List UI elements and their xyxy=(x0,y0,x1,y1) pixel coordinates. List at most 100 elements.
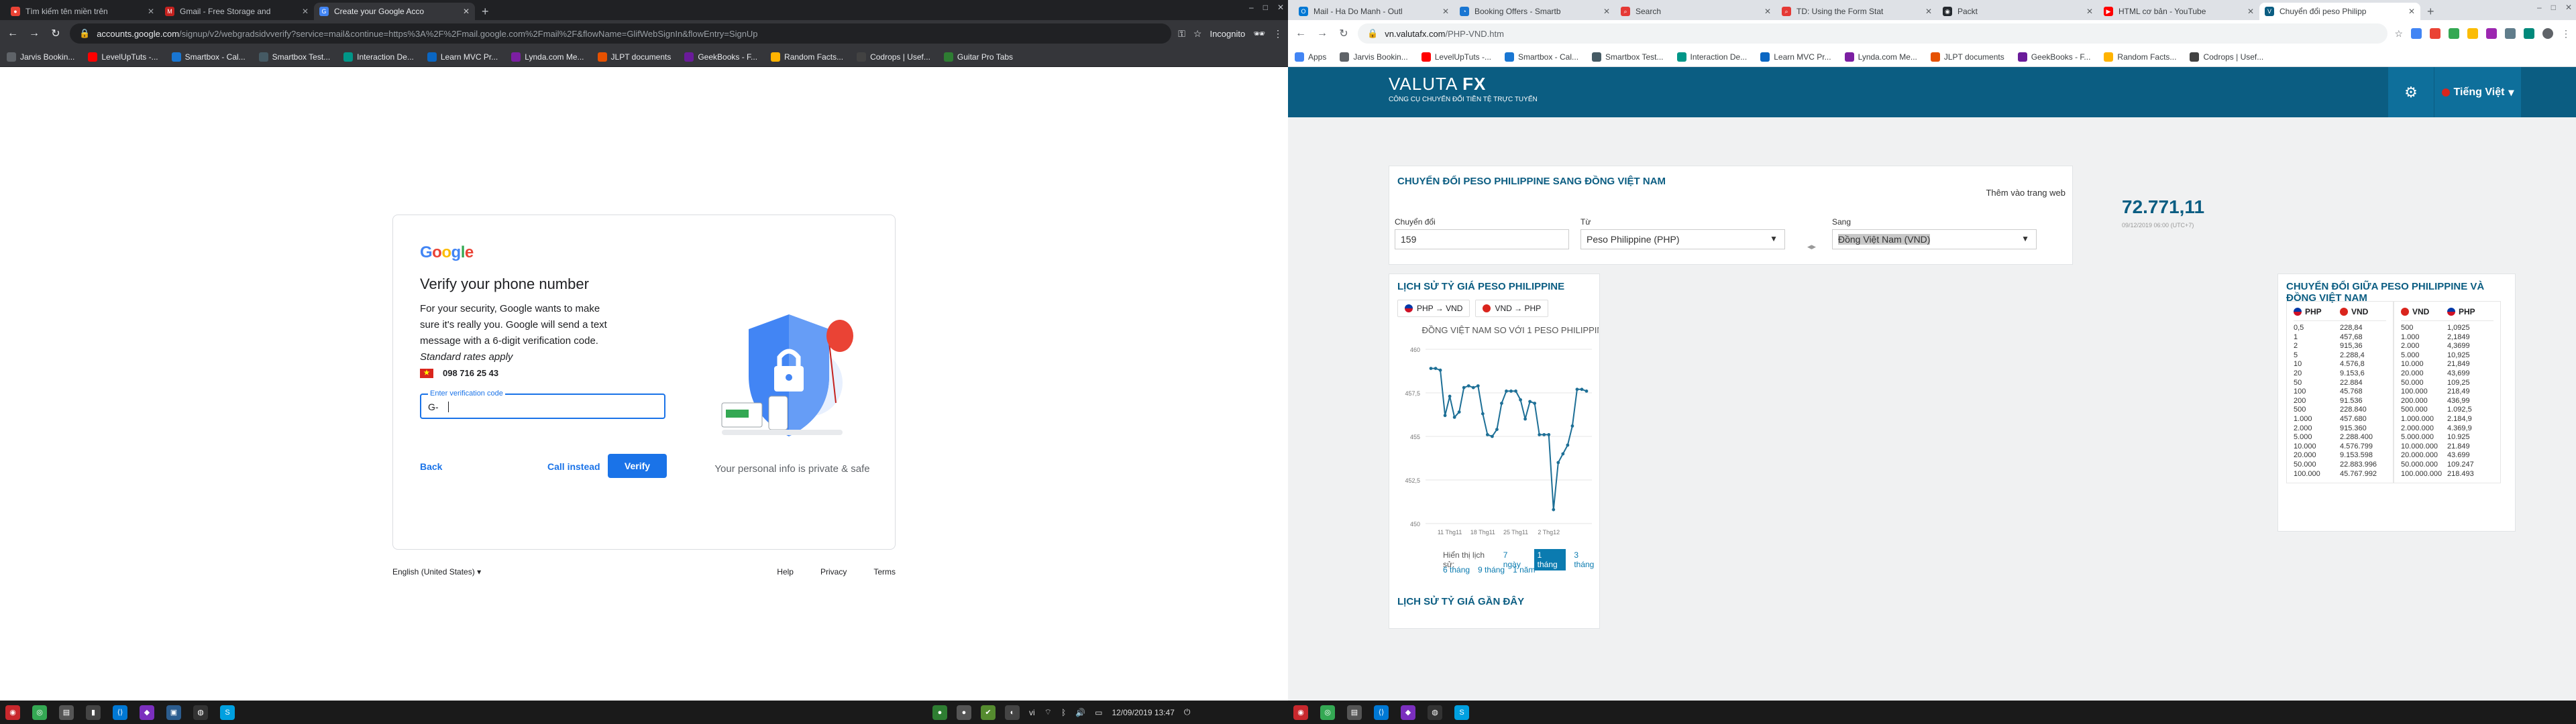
help-link[interactable]: Help xyxy=(777,567,794,577)
close-icon[interactable]: ✕ xyxy=(1442,7,1449,16)
clock[interactable]: 12/09/2019 13:47 xyxy=(1112,708,1174,717)
close-icon[interactable]: ✕ xyxy=(2408,7,2415,16)
bookmark-item[interactable]: Jarvis Bookin... xyxy=(7,52,74,62)
extension-icon[interactable] xyxy=(2486,28,2497,39)
bookmark-item[interactable]: Lynda.com Me... xyxy=(511,52,584,62)
bookmark-item[interactable]: GeekBooks - F... xyxy=(684,52,757,62)
php-vnd-pill[interactable]: PHP → VND xyxy=(1397,300,1470,317)
range-9-months[interactable]: 9 tháng xyxy=(1478,565,1505,575)
app-icon[interactable]: ◍ xyxy=(193,705,208,720)
bookmark-item[interactable]: LevelUpTuts -... xyxy=(1421,52,1491,62)
verify-button[interactable]: Verify xyxy=(608,454,667,478)
app-icon[interactable]: ▣ xyxy=(166,705,181,720)
skype-icon[interactable]: S xyxy=(1454,705,1469,720)
avatar[interactable] xyxy=(2542,28,2553,39)
close-icon[interactable]: ✕ xyxy=(1603,7,1610,16)
star-icon[interactable]: ☆ xyxy=(1193,28,1202,40)
range-6-months[interactable]: 6 tháng xyxy=(1443,565,1470,575)
app-icon[interactable]: ◆ xyxy=(1401,705,1415,720)
bookmark-item[interactable]: Codrops | Usef... xyxy=(857,52,930,62)
extension-icon[interactable] xyxy=(2524,28,2534,39)
tab-2[interactable]: M Gmail - Free Storage and ✕ xyxy=(160,3,314,20)
site-logo[interactable]: VALUTA FX CÔNG CỤ CHUYỂN ĐỔI TIỀN TỆ TRỰ… xyxy=(1389,74,1538,103)
vscode-icon[interactable]: ⟨⟩ xyxy=(113,705,127,720)
maximize-icon[interactable]: □ xyxy=(1263,3,1268,12)
close-window-icon[interactable]: ✕ xyxy=(2565,3,2572,12)
bookmark-item[interactable]: JLPT documents xyxy=(597,52,671,62)
extension-icon[interactable] xyxy=(2430,28,2440,39)
tab-6[interactable]: ▶ HTML cơ bản - YouTube ✕ xyxy=(2098,3,2259,20)
tab-1[interactable]: ● Tìm kiếm tên miền trên ✕ xyxy=(5,3,160,20)
call-instead-button[interactable]: Call instead xyxy=(547,461,600,472)
star-icon[interactable]: ☆ xyxy=(2394,28,2403,40)
bookmark-item[interactable]: LevelUpTuts -... xyxy=(88,52,158,62)
skype-icon[interactable]: S xyxy=(220,705,235,720)
bookmark-item[interactable]: Apps xyxy=(1295,52,1326,62)
tab-5[interactable]: ◉ Packt ✕ xyxy=(1937,3,2098,20)
wifi-icon[interactable]: ⌔ xyxy=(1044,707,1052,717)
chrome-icon[interactable]: ◎ xyxy=(1320,705,1335,720)
power-icon[interactable]: ⏻ xyxy=(1184,707,1191,717)
to-currency-select[interactable]: Đồng Việt Nam (VND) ▼ xyxy=(1832,229,2037,249)
from-currency-select[interactable]: Peso Philippine (PHP) ▼ xyxy=(1580,229,1785,249)
bookmark-item[interactable]: Random Facts... xyxy=(771,52,843,62)
bookmark-item[interactable]: Guitar Pro Tabs xyxy=(943,52,1013,62)
tray-icon[interactable]: ◐ xyxy=(1005,705,1020,720)
minimize-icon[interactable]: – xyxy=(2537,3,2542,12)
amount-input[interactable]: 159 xyxy=(1395,229,1569,249)
bookmark-item[interactable]: Smartbox - Cal... xyxy=(171,52,246,62)
range-3-months[interactable]: 3 tháng xyxy=(1574,550,1599,569)
range-1-month[interactable]: 1 tháng xyxy=(1534,549,1566,570)
tray-icon[interactable]: ● xyxy=(932,705,947,720)
extension-icon[interactable] xyxy=(2411,28,2422,39)
bookmark-item[interactable]: Random Facts... xyxy=(2104,52,2176,62)
terms-link[interactable]: Terms xyxy=(873,567,896,577)
terminal-icon[interactable]: ▮ xyxy=(86,705,101,720)
tray-icon[interactable]: ✔ xyxy=(981,705,996,720)
reload-icon[interactable]: ↻ xyxy=(1336,27,1351,40)
start-icon[interactable]: ◉ xyxy=(1293,705,1308,720)
reload-icon[interactable]: ↻ xyxy=(48,27,63,40)
files-icon[interactable]: ▤ xyxy=(59,705,74,720)
forward-icon[interactable]: → xyxy=(27,27,42,40)
bookmark-item[interactable]: GeekBooks - F... xyxy=(2017,52,2090,62)
bookmark-item[interactable]: Learn MVC Pr... xyxy=(1760,52,1831,62)
tab-4[interactable]: ⌕ TD: Using the Form Stat ✕ xyxy=(1776,3,1937,20)
tray-icon[interactable]: ● xyxy=(957,705,971,720)
back-button[interactable]: Back xyxy=(420,461,442,472)
files-icon[interactable]: ▤ xyxy=(1347,705,1362,720)
bookmark-item[interactable]: Jarvis Bookin... xyxy=(1340,52,1408,62)
back-icon[interactable]: ← xyxy=(5,27,20,40)
bluetooth-icon[interactable]: ᛒ xyxy=(1061,708,1066,717)
close-icon[interactable]: ✕ xyxy=(463,7,470,16)
bookmark-item[interactable]: Learn MVC Pr... xyxy=(427,52,498,62)
close-icon[interactable]: ✕ xyxy=(2247,7,2254,16)
tab-2[interactable]: ◔ Booking Offers - Smartb ✕ xyxy=(1454,3,1615,20)
close-icon[interactable]: ✕ xyxy=(1764,7,1771,16)
maximize-icon[interactable]: □ xyxy=(2551,3,2556,12)
bookmark-item[interactable]: Lynda.com Me... xyxy=(1844,52,1917,62)
close-icon[interactable]: ✕ xyxy=(2086,7,2093,16)
battery-icon[interactable]: ▭ xyxy=(1095,708,1102,717)
new-tab-button[interactable]: + xyxy=(475,3,496,20)
forward-icon[interactable]: → xyxy=(1315,27,1330,40)
tab-1[interactable]: O Mail - Ha Do Manh - Outl ✕ xyxy=(1293,3,1454,20)
bookmark-item[interactable]: Interaction De... xyxy=(343,52,414,62)
bookmark-item[interactable]: Smartbox - Cal... xyxy=(1505,52,1578,62)
key-icon[interactable]: ⚿ xyxy=(1178,28,1185,40)
close-icon[interactable]: ✕ xyxy=(148,7,154,16)
extension-icon[interactable] xyxy=(2449,28,2459,39)
incognito-icon[interactable]: 🕶 xyxy=(1253,28,1265,40)
bookmark-item[interactable]: Smartbox Test... xyxy=(258,52,330,62)
address-bar[interactable]: 🔒 accounts.google.com/signup/v2/webgradsi… xyxy=(70,23,1172,44)
close-icon[interactable]: ✕ xyxy=(1925,7,1932,16)
menu-icon[interactable]: ⋮ xyxy=(1273,28,1283,40)
app-icon[interactable]: ◆ xyxy=(140,705,154,720)
bookmark-item[interactable]: JLPT documents xyxy=(1930,52,2004,62)
keyboard-language[interactable]: vi xyxy=(1029,708,1035,717)
gear-icon[interactable]: ⚙ xyxy=(2388,67,2434,117)
extension-icon[interactable] xyxy=(2505,28,2516,39)
app-icon[interactable]: ◍ xyxy=(1428,705,1442,720)
vscode-icon[interactable]: ⟨⟩ xyxy=(1374,705,1389,720)
vnd-php-pill[interactable]: VND → PHP xyxy=(1475,300,1549,317)
